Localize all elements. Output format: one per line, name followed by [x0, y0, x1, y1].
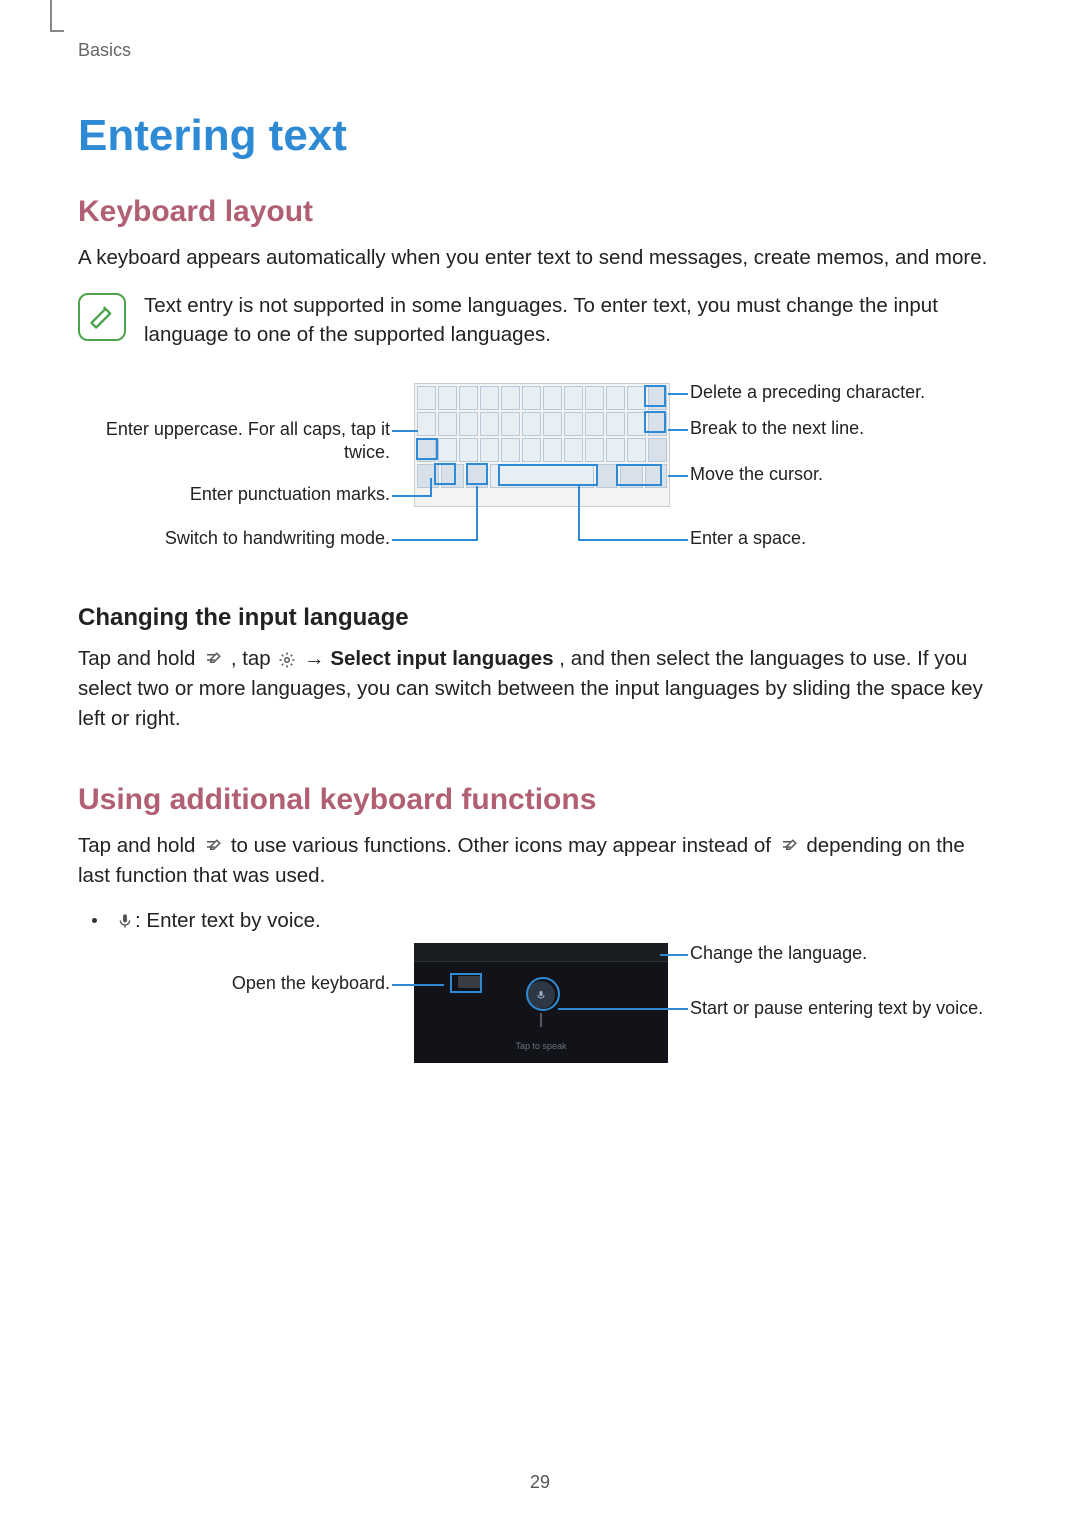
header-rule-vertical	[50, 0, 52, 32]
callout-open-keyboard: Open the keyboard.	[78, 973, 390, 994]
keyboard-layout-intro: A keyboard appears automatically when yo…	[78, 243, 1002, 273]
callout-space: Enter a space.	[690, 528, 806, 549]
keyboard-diagram: Enter uppercase. For all caps, tap it tw…	[78, 378, 1002, 568]
voice-caption: Tap to speak	[414, 1041, 668, 1051]
callout-change-language: Change the language.	[690, 943, 867, 964]
page-title: Entering text	[78, 111, 1002, 161]
header-rule-horizontal	[50, 30, 64, 32]
section-keyboard-layout-heading: Keyboard layout	[78, 195, 1002, 229]
handwriting-mode-icon	[779, 838, 799, 856]
note-icon	[78, 293, 126, 341]
callout-nextline: Break to the next line.	[690, 418, 864, 439]
breadcrumb: Basics	[78, 40, 1002, 61]
keyboard-illustration	[414, 383, 670, 507]
callout-uppercase: Enter uppercase. For all caps, tap it tw…	[78, 418, 390, 463]
note-text: Text entry is not supported in some lang…	[144, 291, 1002, 350]
callout-cursor: Move the cursor.	[690, 464, 823, 485]
section-changing-input-language-heading: Changing the input language	[78, 604, 1002, 632]
handwriting-mode-icon	[203, 651, 223, 669]
voice-input-diagram: Tap to speak Open the keyboard. Change t…	[78, 943, 1002, 1083]
bullet-voice-input: : Enter text by voice.	[86, 909, 1002, 933]
callout-delete: Delete a preceding character.	[690, 382, 925, 403]
microphone-icon	[117, 911, 133, 931]
pen-note-icon	[88, 303, 116, 331]
note-block: Text entry is not supported in some lang…	[78, 291, 1002, 350]
callout-start-pause-voice: Start or pause entering text by voice.	[690, 997, 990, 1020]
page-number: 29	[0, 1472, 1080, 1493]
callout-handwriting: Switch to handwriting mode.	[78, 528, 390, 549]
bullet-icon	[92, 918, 97, 923]
additional-functions-text: Tap and hold to use various functions. O…	[78, 831, 1002, 890]
handwriting-mode-icon	[203, 838, 223, 856]
gear-icon	[278, 651, 296, 669]
changing-input-language-text: Tap and hold , tap → Select input langua…	[78, 644, 1002, 733]
callout-punctuation: Enter punctuation marks.	[78, 484, 390, 505]
section-additional-functions-heading: Using additional keyboard functions	[78, 783, 1002, 817]
